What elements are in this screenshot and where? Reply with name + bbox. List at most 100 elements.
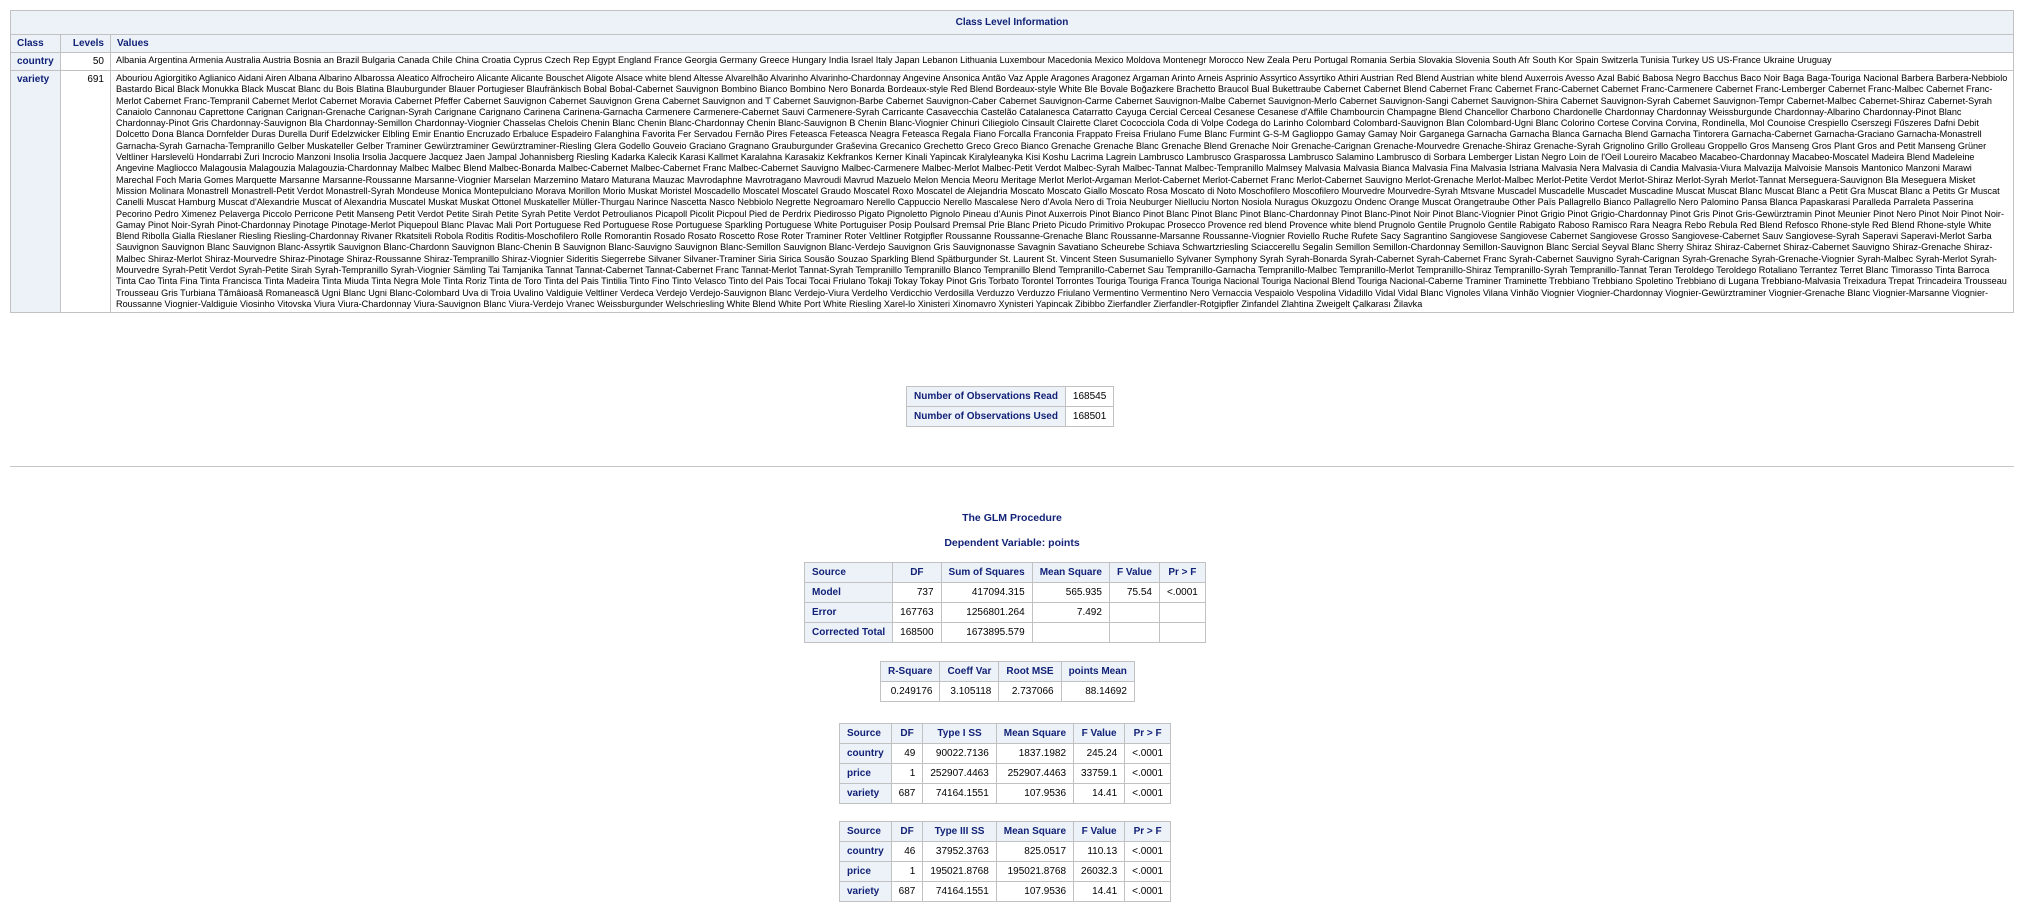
source-label: country — [839, 743, 892, 764]
source-label: price — [839, 763, 892, 784]
points-mean-value: 88.14692 — [1060, 681, 1135, 702]
obs-label: Number of Observations Used — [906, 406, 1066, 427]
col-header: Type I SS — [922, 723, 997, 744]
class-name: country — [10, 52, 61, 71]
p-cell: <.0001 — [1124, 743, 1172, 764]
table-row: Corrected Total 168500 1673895.579 — [803, 622, 1206, 643]
ms-cell: 565.935 — [1031, 582, 1110, 603]
col-header: Source — [839, 723, 892, 744]
ms-cell: 107.9536 — [995, 783, 1075, 804]
ms-cell: 252907.4463 — [995, 763, 1075, 784]
col-header: points Mean — [1060, 661, 1135, 682]
root-mse-value: 2.737066 — [998, 681, 1062, 702]
col-header: F Value — [1108, 562, 1160, 583]
dependent-variable: Dependent Variable: points — [944, 537, 1080, 549]
observations-table: Number of Observations Read 168545 Numbe… — [906, 386, 1115, 427]
col-header: Mean Square — [995, 723, 1075, 744]
df-cell: 46 — [890, 841, 924, 862]
obs-value: 168501 — [1064, 406, 1115, 427]
ss-cell: 37952.3763 — [922, 841, 997, 862]
ms-cell: 825.0517 — [995, 841, 1075, 862]
ss-cell: 195021.8768 — [922, 861, 997, 882]
f-cell — [1108, 602, 1160, 623]
p-cell: <.0001 — [1124, 763, 1172, 784]
p-cell — [1158, 622, 1206, 643]
ss-cell: 1673895.579 — [940, 622, 1033, 643]
col-header: F Value — [1073, 821, 1126, 842]
ss-cell: 74164.1551 — [922, 783, 997, 804]
ms-cell — [1031, 622, 1110, 643]
col-header: Sum of Squares — [940, 562, 1033, 583]
table-row: Model 737 417094.315 565.935 75.54 <.000… — [803, 582, 1206, 603]
f-cell: 26032.3 — [1073, 861, 1126, 882]
f-cell: 14.41 — [1073, 881, 1126, 902]
table-row: 0.249176 3.105118 2.737066 88.14692 — [879, 681, 1135, 702]
ms-cell: 195021.8768 — [995, 861, 1075, 882]
source-label: price — [839, 861, 892, 882]
source-label: Corrected Total — [803, 622, 894, 643]
r-square-value: 0.249176 — [879, 681, 941, 702]
ss-cell: 252907.4463 — [922, 763, 997, 784]
ms-cell: 7.492 — [1031, 602, 1110, 623]
df-cell: 167763 — [892, 602, 942, 623]
ms-cell: 107.9536 — [995, 881, 1075, 902]
col-header: Pr > F — [1124, 821, 1172, 842]
levels-count: 691 — [60, 69, 111, 314]
source-label: variety — [839, 881, 892, 902]
coeff-var-value: 3.105118 — [939, 681, 1000, 702]
df-cell: 687 — [890, 783, 924, 804]
f-cell: 14.41 — [1073, 783, 1126, 804]
class-values: Albania Argentina Armenia Australia Aust… — [110, 52, 2014, 71]
source-label: country — [839, 841, 892, 862]
col-header: DF — [890, 821, 924, 842]
table-row: Error 167763 1256801.264 7.492 — [803, 602, 1206, 623]
p-cell: <.0001 — [1124, 841, 1172, 862]
col-header: Mean Square — [1031, 562, 1110, 583]
df-cell: 1 — [890, 763, 924, 784]
table-row: country 49 90022.7136 1837.1982 245.24 <… — [839, 743, 1172, 764]
class-name: variety — [10, 69, 61, 314]
df-cell: 687 — [890, 881, 924, 902]
col-header: DF — [890, 723, 924, 744]
type3-ss-table: Source DF Type III SS Mean Square F Valu… — [839, 821, 1172, 902]
fit-statistics-table: R-Square Coeff Var Root MSE points Mean … — [879, 661, 1135, 702]
df-cell: 49 — [890, 743, 924, 764]
table-row: Number of Observations Read 168545 — [906, 386, 1115, 407]
section-divider — [10, 466, 2014, 467]
class-level-title: Class Level Information — [10, 10, 2014, 35]
table-row: variety 687 74164.1551 107.9536 14.41 <.… — [839, 783, 1172, 804]
df-cell: 168500 — [892, 622, 942, 643]
anova-table: Source DF Sum of Squares Mean Square F V… — [803, 562, 1206, 643]
p-cell: <.0001 — [1124, 861, 1172, 882]
p-cell — [1158, 602, 1206, 623]
f-cell — [1108, 622, 1160, 643]
class-values: Abouriou Agiorgitiko Aglianico Aidani Ai… — [110, 69, 2014, 314]
ss-cell: 1256801.264 — [940, 602, 1033, 623]
ss-cell: 417094.315 — [940, 582, 1033, 603]
col-header: R-Square — [879, 661, 941, 682]
table-row: country 46 37952.3763 825.0517 110.13 <.… — [839, 841, 1172, 862]
source-label: Error — [803, 602, 894, 623]
f-cell: 33759.1 — [1073, 763, 1126, 784]
col-header-values: Values — [110, 34, 2014, 53]
f-cell: 110.13 — [1073, 841, 1126, 862]
table-row: variety 691 Abouriou Agiorgitiko Agliani… — [10, 69, 2014, 314]
col-header: F Value — [1073, 723, 1126, 744]
f-cell: 245.24 — [1073, 743, 1126, 764]
col-header: Source — [803, 562, 894, 583]
p-cell: <.0001 — [1124, 783, 1172, 804]
source-label: variety — [839, 783, 892, 804]
levels-count: 50 — [60, 52, 111, 71]
col-header: Coeff Var — [939, 661, 1000, 682]
obs-value: 168545 — [1064, 386, 1115, 407]
procedure-title: The GLM Procedure — [962, 512, 1062, 524]
table-row: variety 687 74164.1551 107.9536 14.41 <.… — [839, 881, 1172, 902]
col-header: Mean Square — [995, 821, 1075, 842]
col-header-levels: Levels — [60, 34, 111, 53]
table-row: Number of Observations Used 168501 — [906, 406, 1115, 427]
table-row: price 1 195021.8768 195021.8768 26032.3 … — [839, 861, 1172, 882]
col-header: DF — [892, 562, 942, 583]
df-cell: 1 — [890, 861, 924, 882]
class-level-table: Class Level Information Class Levels Val… — [10, 10, 2014, 314]
df-cell: 737 — [892, 582, 942, 603]
